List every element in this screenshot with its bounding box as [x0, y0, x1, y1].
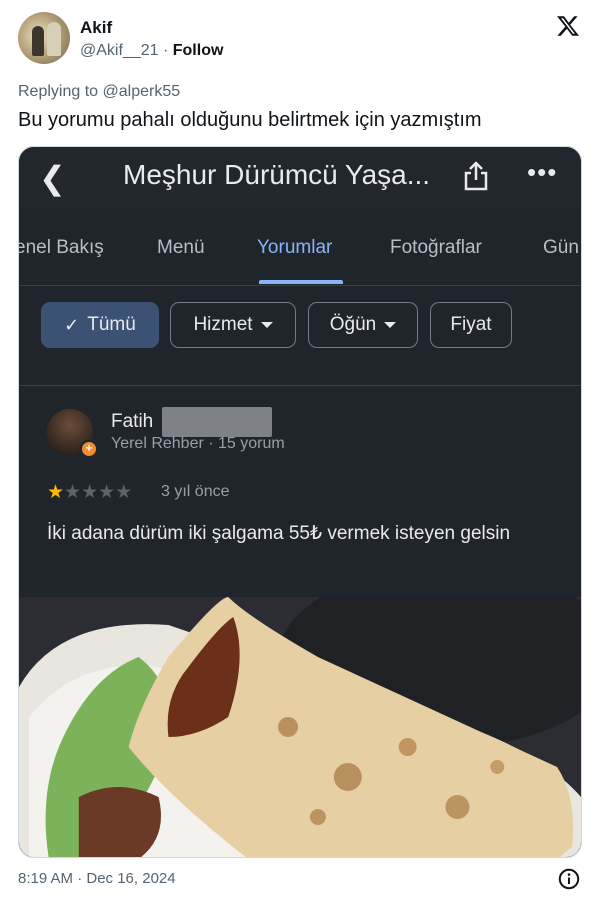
share-icon[interactable]: [463, 161, 489, 191]
review-card: + Fatih Yerel Rehber · 15 yorum ★★★★★ 3 …: [19, 399, 581, 599]
tabs-divider: [19, 285, 581, 286]
follow-button[interactable]: Follow: [173, 42, 224, 59]
chip-all[interactable]: ✓ Tümü: [41, 302, 159, 348]
chip-label: Hizmet: [193, 314, 253, 335]
author-handle[interactable]: @Akif__21: [80, 42, 159, 59]
star-empty-icon: ★: [98, 481, 116, 503]
star-empty-icon: ★: [81, 481, 99, 503]
tab-updates[interactable]: Gün: [543, 237, 579, 259]
chip-meal[interactable]: Öğün: [308, 302, 418, 348]
check-icon: ✓: [64, 314, 80, 336]
chip-service[interactable]: Hizmet: [170, 302, 296, 348]
tweet-media[interactable]: ❮ Meşhur Dürümcü Yaşa... ••• enel Bakış …: [18, 146, 582, 858]
replying-to-line: Replying to @alperk55: [18, 83, 180, 101]
caret-down-icon: [384, 322, 397, 328]
replying-prefix: Replying to: [18, 83, 99, 100]
caret-down-icon: [260, 322, 273, 328]
tab-bar: enel Bakış Menü Yorumlar Fotoğraflar Gün: [19, 229, 581, 285]
star-filled-icon: ★: [47, 481, 65, 503]
avatar-figure: [32, 26, 44, 56]
star-empty-icon: ★: [64, 481, 82, 503]
star-rating: ★★★★★: [47, 481, 132, 503]
local-guide-badge-icon: +: [80, 440, 98, 458]
author-name[interactable]: Akif: [80, 18, 112, 38]
chip-label: Tümü: [87, 314, 136, 335]
more-horizontal-icon[interactable]: •••: [527, 157, 557, 188]
review-photo[interactable]: [19, 597, 581, 858]
app-bar: ❮ Meşhur Dürümcü Yaşa... •••: [19, 147, 581, 207]
author-handle-line: @Akif__21 · Follow: [80, 42, 223, 60]
author-avatar[interactable]: [18, 12, 70, 64]
active-tab-indicator: [259, 280, 343, 284]
review-date: 3 yıl önce: [161, 483, 230, 500]
tweet-header: Akif @Akif__21 · Follow: [18, 12, 582, 68]
reviewer-name[interactable]: Fatih: [111, 411, 153, 433]
tweet-text: Bu yorumu pahalı olduğunu belirtmek için…: [18, 109, 482, 131]
tab-menu[interactable]: Menü: [157, 237, 205, 259]
x-logo-icon[interactable]: [556, 14, 580, 38]
tab-overview[interactable]: enel Bakış: [19, 237, 104, 259]
replying-to-handle[interactable]: @alperk55: [103, 83, 181, 100]
tab-photos[interactable]: Fotoğraflar: [390, 237, 482, 259]
redacted-surname: [162, 407, 272, 437]
tab-reviews[interactable]: Yorumlar: [257, 237, 332, 259]
info-icon[interactable]: [558, 868, 580, 890]
filter-chips: ✓ Tümü Hizmet Öğün Fiyat: [19, 302, 581, 350]
chip-label: Öğün: [329, 314, 377, 335]
chip-price[interactable]: Fiyat: [430, 302, 512, 348]
avatar-figure-2: [47, 22, 61, 56]
review-text: İki adana dürüm iki şalgama 55₺ vermek i…: [47, 523, 511, 544]
section-divider: [19, 385, 581, 386]
back-chevron-icon[interactable]: ❮: [39, 159, 66, 197]
chip-label: Fiyat: [450, 314, 492, 335]
reviewer-meta: Yerel Rehber · 15 yorum: [111, 435, 285, 452]
separator-dot: ·: [162, 42, 169, 59]
tweet-timestamp[interactable]: 8:19 AM · Dec 16, 2024: [18, 870, 176, 887]
star-empty-icon: ★: [115, 481, 133, 503]
place-title: Meşhur Dürümcü Yaşa...: [123, 159, 431, 190]
